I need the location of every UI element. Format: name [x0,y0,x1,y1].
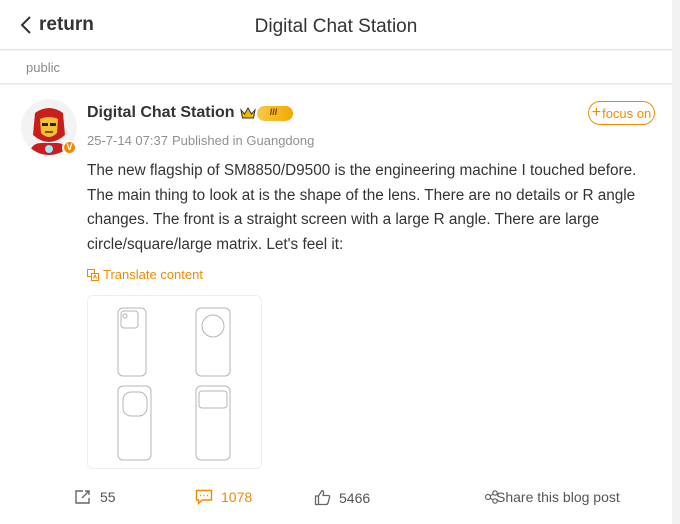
post-meta: 25-7-14 07:37 Published in Guangdong [87,133,314,148]
scrollbar[interactable] [672,0,680,524]
level-label: III [269,106,278,117]
author-name[interactable]: Digital Chat Station [87,104,235,122]
like-icon [314,489,331,506]
action-bar: 55 1078 5466 Share this blog post [0,483,672,519]
avatar[interactable]: V [21,99,77,155]
visibility-label: public [26,60,60,75]
share-label: Share this blog post [496,489,620,505]
comment-icon [195,489,213,505]
level-badge: III [256,105,293,121]
like-count: 5466 [339,489,371,506]
top-bar: return Digital Chat Station [0,0,672,50]
translate-link[interactable]: Translate content [87,267,203,282]
post-image[interactable] [87,295,262,469]
translate-icon [87,268,99,281]
plus-icon: + [591,104,602,121]
post-date: 25-7-14 07:37 [87,133,168,148]
page-title: Digital Chat Station [254,16,418,37]
comment-button[interactable]: 1078 [195,489,252,505]
translate-label: Translate content [103,267,203,282]
repost-button[interactable]: 55 [74,489,116,505]
share-button[interactable]: Share this blog post [484,489,620,505]
follow-label: focus on [602,105,652,121]
verified-badge: V [62,140,77,155]
like-button[interactable]: 5466 [314,489,370,506]
comment-count: 1078 [221,489,253,505]
crown-icon [239,107,256,119]
phone-sketch-image [117,307,231,461]
author-row: Digital Chat Station III [87,104,293,122]
visibility-bar: public [0,51,672,84]
repost-icon [75,490,90,504]
post-text: The new flagship of SM8850/D9500 is the … [87,162,637,253]
post-card: V Digital Chat Station III 25-7-14 07:37… [0,85,672,524]
repost-count: 55 [100,489,116,505]
post-location: Published in Guangdong [171,133,315,148]
follow-button[interactable]: + focus on [588,101,655,125]
